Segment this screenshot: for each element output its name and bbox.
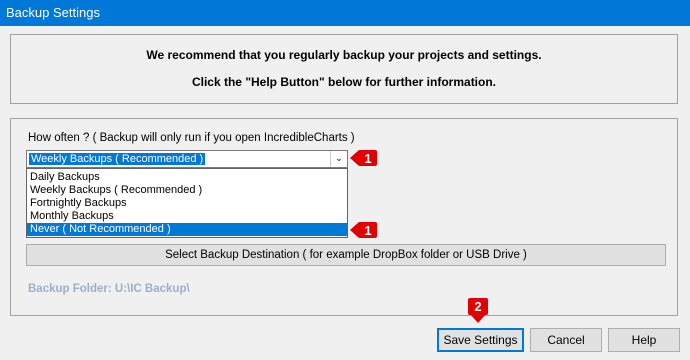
- chevron-down-icon[interactable]: ⌄: [330, 151, 347, 167]
- select-destination-button[interactable]: Select Backup Destination ( for example …: [26, 244, 666, 266]
- info-panel: We recommend that you regularly backup y…: [10, 34, 678, 104]
- marker-1-label: 1: [364, 151, 371, 166]
- option-daily[interactable]: Daily Backups: [27, 171, 347, 184]
- save-settings-button[interactable]: Save Settings: [437, 328, 524, 352]
- help-button[interactable]: Help: [608, 328, 680, 352]
- backup-folder-label: Backup Folder: U:\IC Backup\: [28, 283, 190, 295]
- marker-2-label: 2: [474, 299, 481, 314]
- dialog-body: We recommend that you regularly backup y…: [0, 26, 690, 360]
- title-bar: Backup Settings: [0, 0, 690, 26]
- frequency-label: How often ? ( Backup will only run if yo…: [28, 132, 355, 144]
- frequency-selected-value: Weekly Backups ( Recommended ): [29, 153, 206, 165]
- marker-1-combo: 1: [350, 150, 377, 166]
- info-line-1: We recommend that you regularly backup y…: [146, 48, 542, 62]
- frequency-combobox[interactable]: Weekly Backups ( Recommended ) ⌄: [26, 150, 348, 168]
- option-never[interactable]: Never ( Not Recommended ): [27, 223, 347, 236]
- info-line-2: Click the "Help Button" below for furthe…: [191, 75, 497, 89]
- marker-2-save: 2: [468, 298, 488, 323]
- cancel-button[interactable]: Cancel: [530, 328, 602, 352]
- window-title: Backup Settings: [6, 5, 100, 20]
- frequency-dropdown-list: Daily Backups Weekly Backups ( Recommend…: [26, 168, 348, 238]
- marker-1-never: 1: [350, 222, 377, 238]
- option-fortnightly[interactable]: Fortnightly Backups: [27, 197, 347, 210]
- option-monthly[interactable]: Monthly Backups: [27, 210, 347, 223]
- marker-1-never-label: 1: [364, 223, 371, 238]
- option-weekly[interactable]: Weekly Backups ( Recommended ): [27, 184, 347, 197]
